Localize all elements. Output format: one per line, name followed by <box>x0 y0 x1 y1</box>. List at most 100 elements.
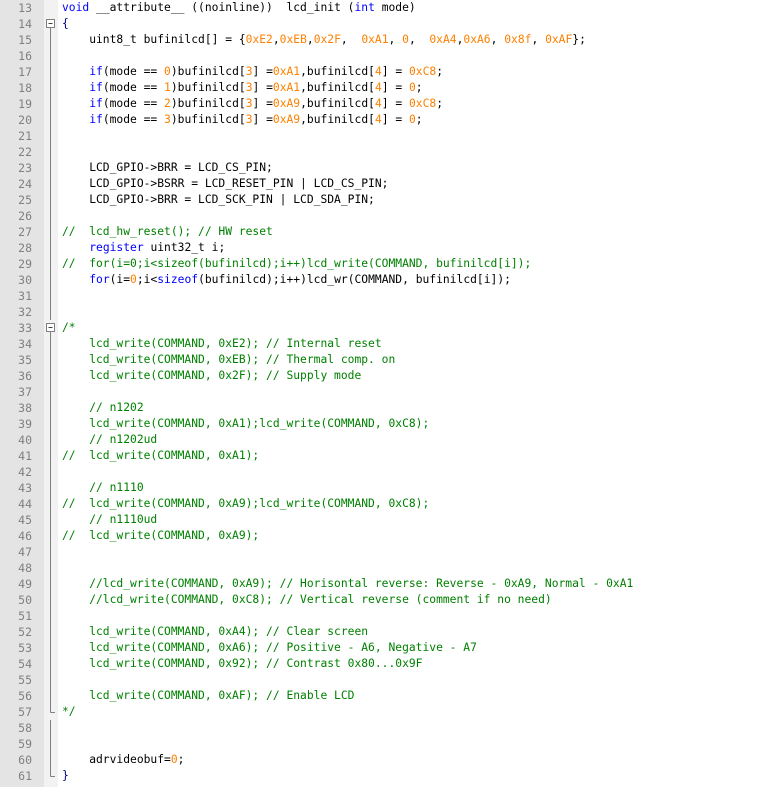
code-line[interactable]: 22 <box>0 144 765 160</box>
line-number: 33 <box>18 321 32 335</box>
code-line[interactable]: 46 // lcd_write(COMMAND, 0xA9); <box>0 528 765 544</box>
code-line[interactable]: 42 <box>0 464 765 480</box>
code-line[interactable]: 54 lcd_write(COMMAND, 0x92); // Contrast… <box>0 656 765 672</box>
code-line[interactable]: 44 // lcd_write(COMMAND, 0xA9);lcd_write(… <box>0 496 765 512</box>
text-token: ; <box>436 65 444 78</box>
code-line[interactable]: 53 lcd_write(COMMAND, 0xA6); // Positive… <box>0 640 765 656</box>
code-line[interactable]: 57 */ <box>0 704 765 720</box>
code-line[interactable]: 20 if(mode == 3)bufinilcd[3] =0xA9,bufin… <box>0 112 765 128</box>
fold-guide-line <box>50 80 51 96</box>
code-text[interactable]: // n1202ud <box>62 432 157 448</box>
code-line[interactable]: 50 //lcd_write(COMMAND, 0xC8); // Vertic… <box>0 592 765 608</box>
code-line[interactable]: 28 register uint32_t i; <box>0 240 765 256</box>
code-line[interactable]: 29 // for(i=0;i<sizeof(bufinilcd);i++)lcd… <box>0 256 765 272</box>
code-line[interactable]: 24 LCD_GPIO->BSRR = LCD_RESET_PIN | LCD_… <box>0 176 765 192</box>
code-text[interactable]: // lcd_write(COMMAND, 0xA9);lcd_write(CO… <box>62 496 429 512</box>
code-text[interactable]: lcd_write(COMMAND, 0xAF); // Enable LCD <box>62 688 354 704</box>
code-text[interactable]: // lcd_hw_reset(); // HW reset <box>62 224 273 240</box>
code-text[interactable]: LCD_GPIO->BSRR = LCD_RESET_PIN | LCD_CS_… <box>62 176 388 192</box>
code-line[interactable]: 23 LCD_GPIO->BRR = LCD_CS_PIN; <box>0 160 765 176</box>
code-line[interactable]: 49 //lcd_write(COMMAND, 0xA9); // Horiso… <box>0 576 765 592</box>
code-line[interactable]: 15 uint8_t bufinilcd[] = {0xE2,0xEB,0x2F… <box>0 32 765 48</box>
keyword-token: for <box>89 273 110 286</box>
code-text[interactable]: for(i=0;i<sizeof(bufinilcd);i++)lcd_wr(C… <box>62 272 511 288</box>
code-text[interactable]: //lcd_write(COMMAND, 0xA9); // Horisonta… <box>62 576 633 592</box>
code-line[interactable]: 52 lcd_write(COMMAND, 0xA4); // Clear sc… <box>0 624 765 640</box>
code-line[interactable]: 51 <box>0 608 765 624</box>
code-text[interactable]: lcd_write(COMMAND, 0xE2); // Internal re… <box>62 336 381 352</box>
code-text[interactable]: } <box>62 768 69 784</box>
line-number: 31 <box>18 289 32 303</box>
code-line[interactable]: 13 void __attribute__ ((noinline)) lcd_in… <box>0 0 765 16</box>
code-line[interactable]: 19 if(mode == 2)bufinilcd[3] =0xA9,bufin… <box>0 96 765 112</box>
code-line[interactable]: 33 /* <box>0 320 765 336</box>
code-line[interactable]: 21 <box>0 128 765 144</box>
code-text[interactable]: lcd_write(COMMAND, 0xEB); // Thermal com… <box>62 352 395 368</box>
code-line[interactable]: 25 LCD_GPIO->BRR = LCD_SCK_PIN | LCD_SDA… <box>0 192 765 208</box>
code-text[interactable]: */ <box>62 704 76 720</box>
fold-collapse-icon[interactable] <box>44 320 58 336</box>
code-text[interactable]: lcd_write(COMMAND, 0x92); // Contrast 0x… <box>62 656 422 672</box>
comment-token: //lcd_write(COMMAND, 0xC8); // Vertical … <box>62 593 552 606</box>
code-text[interactable]: // lcd_write(COMMAND, 0xA1); <box>62 448 259 464</box>
number-token: 0xA9 <box>272 113 301 126</box>
code-text[interactable]: LCD_GPIO->BRR = LCD_CS_PIN; <box>62 160 273 176</box>
code-line[interactable]: 35 lcd_write(COMMAND, 0xEB); // Thermal … <box>0 352 765 368</box>
code-line[interactable]: 55 <box>0 672 765 688</box>
code-line[interactable]: 47 <box>0 544 765 560</box>
code-line[interactable]: 27 // lcd_hw_reset(); // HW reset <box>0 224 765 240</box>
code-text[interactable]: if(mode == 3)bufinilcd[3] =0xA9,bufinilc… <box>62 112 422 128</box>
code-line[interactable]: 30 for(i=0;i<sizeof(bufinilcd);i++)lcd_w… <box>0 272 765 288</box>
code-text[interactable]: lcd_write(COMMAND, 0xA6); // Positive - … <box>62 640 477 656</box>
code-line[interactable]: 37 <box>0 384 765 400</box>
code-text[interactable]: lcd_write(COMMAND, 0xA4); // Clear scree… <box>62 624 368 640</box>
code-text[interactable]: LCD_GPIO->BRR = LCD_SCK_PIN | LCD_SDA_PI… <box>62 192 375 208</box>
code-line[interactable]: 39 lcd_write(COMMAND, 0xA1);lcd_write(CO… <box>0 416 765 432</box>
code-line[interactable]: 16 <box>0 48 765 64</box>
code-line[interactable]: 32 <box>0 304 765 320</box>
code-line[interactable]: 31 <box>0 288 765 304</box>
code-line[interactable]: 41 // lcd_write(COMMAND, 0xA1); <box>0 448 765 464</box>
code-line[interactable]: 45 // n1110ud <box>0 512 765 528</box>
code-text[interactable]: lcd_write(COMMAND, 0xA1);lcd_write(COMMA… <box>62 416 429 432</box>
code-line[interactable]: 56 lcd_write(COMMAND, 0xAF); // Enable L… <box>0 688 765 704</box>
code-line[interactable]: 17 if(mode == 0)bufinilcd[3] =0xA1,bufin… <box>0 64 765 80</box>
code-editor[interactable]: 13 void __attribute__ ((noinline)) lcd_in… <box>0 0 765 787</box>
code-text[interactable]: // lcd_write(COMMAND, 0xA9); <box>62 528 259 544</box>
code-text[interactable]: /* <box>62 320 76 336</box>
code-line[interactable]: 14 { <box>0 16 765 32</box>
code-text[interactable]: // n1202 <box>62 400 143 416</box>
fold-guide-line <box>50 496 51 512</box>
code-text[interactable]: lcd_write(COMMAND, 0x2F); // Supply mode <box>62 368 361 384</box>
code-line[interactable]: 48 <box>0 560 765 576</box>
text-token: , <box>306 33 314 46</box>
code-line[interactable]: 36 lcd_write(COMMAND, 0x2F); // Supply m… <box>0 368 765 384</box>
line-number: 39 <box>18 417 32 431</box>
code-line[interactable]: 58 <box>0 720 765 736</box>
code-text[interactable]: // n1110 <box>62 480 143 496</box>
code-text[interactable]: //lcd_write(COMMAND, 0xC8); // Vertical … <box>62 592 552 608</box>
code-line[interactable]: 43 // n1110 <box>0 480 765 496</box>
code-text[interactable]: uint8_t bufinilcd[] = {0xE2,0xEB,0x2F, 0… <box>62 32 586 48</box>
code-text[interactable]: void __attribute__ ((noinline)) lcd_init… <box>62 0 416 16</box>
code-text[interactable]: { <box>62 16 69 32</box>
code-text[interactable]: // for(i=0;i<sizeof(bufinilcd);i++)lcd_w… <box>62 256 531 272</box>
code-text[interactable]: // n1110ud <box>62 512 157 528</box>
code-line[interactable]: 38 // n1202 <box>0 400 765 416</box>
code-line[interactable]: 18 if(mode == 1)bufinilcd[3] =0xA1,bufin… <box>0 80 765 96</box>
code-line[interactable]: 59 <box>0 736 765 752</box>
number-token: 0 <box>164 65 171 78</box>
code-line[interactable]: 34 lcd_write(COMMAND, 0xE2); // Internal… <box>0 336 765 352</box>
code-line[interactable]: 60 adrvideobuf=0; <box>0 752 765 768</box>
code-text[interactable]: register uint32_t i; <box>62 240 225 256</box>
code-text[interactable]: adrvideobuf=0; <box>62 752 184 768</box>
code-line[interactable]: 40 // n1202ud <box>0 432 765 448</box>
fold-collapse-icon[interactable] <box>44 16 58 32</box>
code-text[interactable]: if(mode == 0)bufinilcd[3] =0xA1,bufinilc… <box>62 64 443 80</box>
line-number: 58 <box>18 721 32 735</box>
code-line[interactable]: 26 <box>0 208 765 224</box>
code-text[interactable]: if(mode == 2)bufinilcd[3] =0xA9,bufinilc… <box>62 96 443 112</box>
code-line[interactable]: 61} <box>0 768 765 784</box>
fold-guide-line <box>50 208 51 224</box>
code-text[interactable]: if(mode == 1)bufinilcd[3] =0xA1,bufinilc… <box>62 80 422 96</box>
